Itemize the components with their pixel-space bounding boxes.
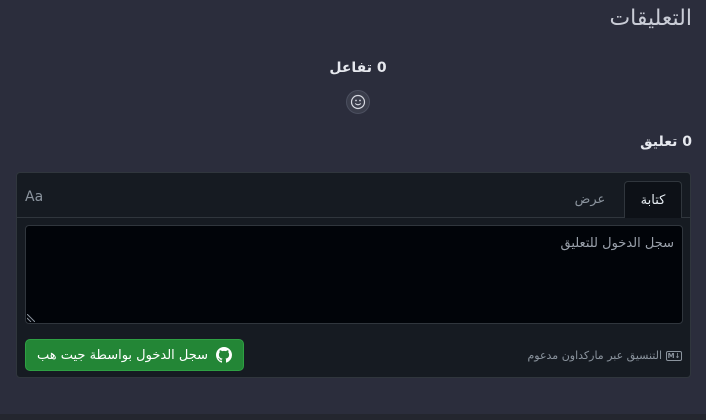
comment-editor: كتابة عرض Aa سجل الدخول بواسطة جيت هب M↓… <box>16 172 691 378</box>
markdown-support-label: التنسيق عبر ماركداون مدعوم <box>527 349 662 362</box>
smiley-icon <box>350 94 366 110</box>
markdown-support-note: M↓ التنسيق عبر ماركداون مدعوم <box>527 349 682 362</box>
comment-input[interactable] <box>26 226 682 323</box>
tab-write[interactable]: كتابة <box>624 181 682 218</box>
resize-handle-icon[interactable] <box>27 314 35 322</box>
footer-divider <box>0 414 706 420</box>
github-signin-label: سجل الدخول بواسطة جيت هب <box>36 347 209 363</box>
github-signin-button[interactable]: سجل الدخول بواسطة جيت هب <box>25 339 244 371</box>
editor-tabs: كتابة عرض Aa <box>17 173 690 218</box>
markdown-icon: M↓ <box>666 350 682 361</box>
monospace-toggle-button[interactable]: Aa <box>25 189 43 205</box>
comment-count: 0 تعليق <box>640 134 692 150</box>
comment-input-box <box>25 225 683 324</box>
comments-section-title: التعليقات <box>609 6 692 31</box>
tab-preview[interactable]: عرض <box>570 181 610 217</box>
add-reaction-button[interactable] <box>346 90 370 114</box>
reactions-count: 0 تفاعل <box>329 60 387 76</box>
github-icon <box>216 347 233 363</box>
